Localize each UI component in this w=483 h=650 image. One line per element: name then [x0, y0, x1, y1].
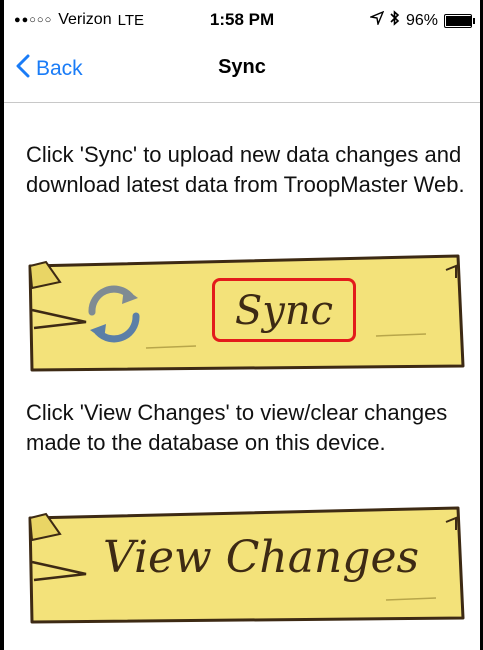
sync-button[interactable]: Sync — [26, 248, 466, 373]
sync-instructions: Click 'Sync' to upload new data changes … — [26, 142, 465, 197]
navigation-bar: Back Sync — [4, 40, 480, 103]
status-right: 96% — [368, 10, 475, 31]
page-title: Sync — [218, 56, 266, 78]
status-bar: ●●○○○ Verizon LTE 1:58 PM 96% — [4, 0, 480, 40]
app-screen: ●●○○○ Verizon LTE 1:58 PM 96% Back Sync … — [4, 0, 480, 650]
bluetooth-icon — [390, 10, 400, 31]
battery-percent: 96% — [405, 11, 438, 29]
location-arrow-icon — [368, 10, 385, 30]
view-changes-instructions: Click 'View Changes' to view/clear chang… — [26, 400, 448, 455]
sync-label: Sync — [212, 278, 356, 342]
battery-icon — [444, 13, 475, 28]
view-changes-label: View Changes — [102, 532, 420, 583]
view-changes-button[interactable]: View Changes — [26, 500, 466, 625]
